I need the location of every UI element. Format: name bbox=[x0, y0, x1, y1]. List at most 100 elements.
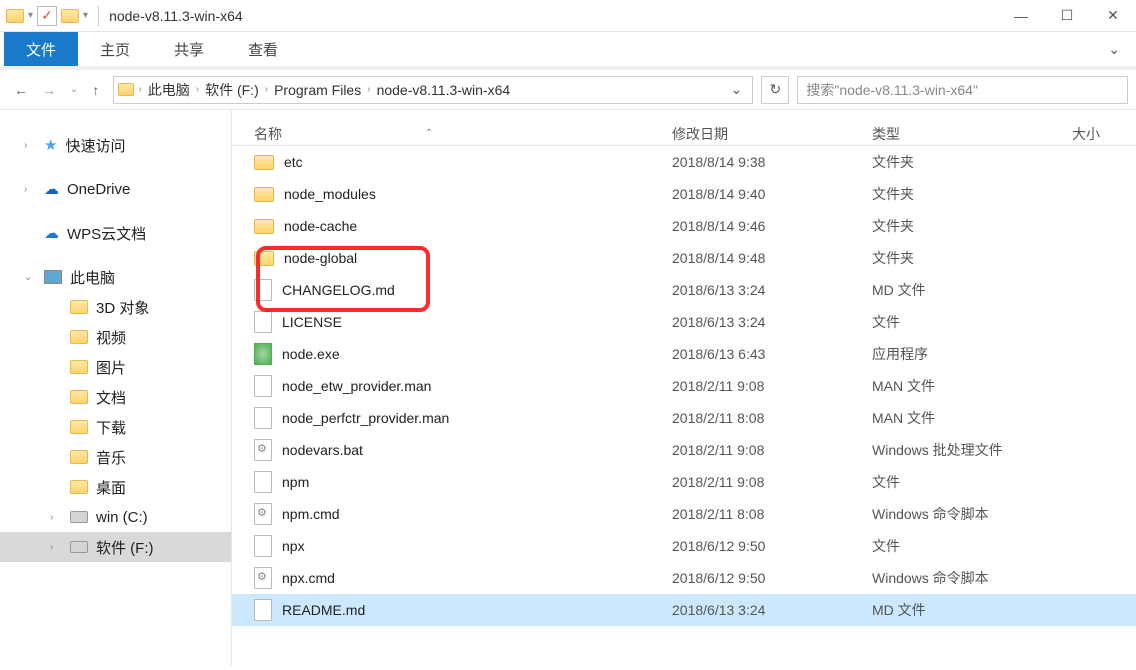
folder-icon bbox=[254, 251, 274, 266]
qat-dropdown-icon[interactable]: ▾ bbox=[28, 10, 33, 21]
file-date: 2018/2/11 9:08 bbox=[672, 378, 872, 394]
ribbon: 文件 主页 共享 查看 ⌄ bbox=[0, 32, 1136, 70]
qat-overflow-icon[interactable]: ▾ bbox=[83, 10, 88, 21]
file-row[interactable]: etc2018/8/14 9:38文件夹 bbox=[232, 146, 1136, 178]
breadcrumb-item[interactable]: node-v8.11.3-win-x64 bbox=[371, 82, 517, 98]
sidebar-onedrive[interactable]: ›☁OneDrive bbox=[0, 174, 231, 204]
qat-properties-button[interactable]: ✓ bbox=[37, 6, 57, 26]
sidebar-item[interactable]: 桌面 bbox=[0, 472, 231, 502]
sidebar-wps[interactable]: ☁ WPS云文档 bbox=[0, 218, 231, 248]
bat-icon bbox=[254, 439, 272, 461]
file-row[interactable]: node-global2018/8/14 9:48文件夹 bbox=[232, 242, 1136, 274]
sidebar-label: WPS云文档 bbox=[67, 223, 146, 244]
folder-icon bbox=[70, 480, 88, 494]
file-date: 2018/6/12 9:50 bbox=[672, 570, 872, 586]
file-row[interactable]: npm.cmd2018/2/11 8:08Windows 命令脚本 bbox=[232, 498, 1136, 530]
file-row[interactable]: npx2018/6/12 9:50文件 bbox=[232, 530, 1136, 562]
column-modified[interactable]: 修改日期 bbox=[672, 124, 872, 144]
ribbon-view-tab[interactable]: 查看 bbox=[226, 32, 300, 66]
file-date: 2018/6/13 3:24 bbox=[672, 602, 872, 618]
sidebar-item[interactable]: ›win (C:) bbox=[0, 502, 231, 532]
file-type: 文件夹 bbox=[872, 248, 1072, 268]
file-type: Windows 批处理文件 bbox=[872, 440, 1072, 460]
sidebar-item[interactable]: 音乐 bbox=[0, 442, 231, 472]
nav-up-button[interactable]: ↑ bbox=[92, 82, 99, 98]
file-type: 应用程序 bbox=[872, 344, 1072, 364]
file-icon bbox=[254, 279, 272, 301]
file-date: 2018/6/13 3:24 bbox=[672, 282, 872, 298]
sidebar-item-label: 视频 bbox=[96, 327, 126, 348]
folder-icon bbox=[70, 300, 88, 314]
ribbon-share-tab[interactable]: 共享 bbox=[152, 32, 226, 66]
file-row[interactable]: node-cache2018/8/14 9:46文件夹 bbox=[232, 210, 1136, 242]
address-dropdown-icon[interactable]: ⌄ bbox=[725, 81, 749, 98]
sidebar-item[interactable]: 文档 bbox=[0, 382, 231, 412]
maximize-button[interactable]: ☐ bbox=[1044, 0, 1090, 32]
sidebar-item-label: 图片 bbox=[96, 357, 126, 378]
file-name: CHANGELOG.md bbox=[282, 282, 395, 298]
file-type: MD 文件 bbox=[872, 600, 1072, 620]
ribbon-home-tab[interactable]: 主页 bbox=[78, 32, 152, 66]
address-row: ← → ⌄ ↑ › 此电脑 › 软件 (F:) › Program Files … bbox=[0, 70, 1136, 110]
breadcrumb-item[interactable]: 软件 (F:) bbox=[199, 80, 265, 100]
cmd-icon bbox=[254, 567, 272, 589]
breadcrumb-item[interactable]: Program Files bbox=[268, 82, 367, 98]
column-size[interactable]: 大小 bbox=[1072, 124, 1132, 144]
column-type[interactable]: 类型 bbox=[872, 124, 1072, 144]
file-icon bbox=[254, 375, 272, 397]
file-row[interactable]: npm2018/2/11 9:08文件 bbox=[232, 466, 1136, 498]
column-name[interactable]: 名称⌃ bbox=[232, 124, 672, 144]
file-type: MD 文件 bbox=[872, 280, 1072, 300]
file-name: npm bbox=[282, 474, 309, 490]
sidebar-this-pc[interactable]: ⌄此电脑 bbox=[0, 262, 231, 292]
nav-back-button[interactable]: ← bbox=[14, 82, 28, 98]
file-row[interactable]: LICENSE2018/6/13 3:24文件 bbox=[232, 306, 1136, 338]
search-placeholder: 搜索"node-v8.11.3-win-x64" bbox=[806, 80, 978, 100]
close-button[interactable]: ✕ bbox=[1090, 0, 1136, 32]
address-bar[interactable]: › 此电脑 › 软件 (F:) › Program Files › node-v… bbox=[113, 76, 753, 104]
address-folder-icon bbox=[118, 83, 134, 96]
refresh-button[interactable]: ↻ bbox=[761, 76, 789, 104]
folder-icon bbox=[70, 420, 88, 434]
folder-icon bbox=[70, 390, 88, 404]
star-icon: ★ bbox=[44, 136, 57, 154]
sidebar-quick-access[interactable]: ›★快速访问 bbox=[0, 130, 231, 160]
cloud-icon: ☁ bbox=[44, 224, 59, 242]
file-row[interactable]: README.md2018/6/13 3:24MD 文件 bbox=[232, 594, 1136, 626]
file-row[interactable]: CHANGELOG.md 2018/6/13 3:24MD 文件 bbox=[232, 274, 1136, 306]
file-row[interactable]: node_modules2018/8/14 9:40文件夹 bbox=[232, 178, 1136, 210]
sidebar-item-label: 下载 bbox=[96, 417, 126, 438]
qat-new-folder-button[interactable] bbox=[61, 9, 79, 23]
folder-icon bbox=[70, 360, 88, 374]
exe-icon bbox=[254, 343, 272, 365]
ribbon-expand-icon[interactable]: ⌄ bbox=[1092, 32, 1136, 66]
search-input[interactable]: 搜索"node-v8.11.3-win-x64" bbox=[797, 76, 1128, 104]
navigation-pane: ›★快速访问 ›☁OneDrive ☁ WPS云文档 ⌄此电脑 3D 对象视频图片… bbox=[0, 110, 232, 666]
file-type: 文件夹 bbox=[872, 152, 1072, 172]
file-row[interactable]: node_etw_provider.man2018/2/11 9:08MAN 文… bbox=[232, 370, 1136, 402]
file-date: 2018/6/13 3:24 bbox=[672, 314, 872, 330]
sidebar-item[interactable]: 3D 对象 bbox=[0, 292, 231, 322]
sidebar-item[interactable]: 下载 bbox=[0, 412, 231, 442]
file-row[interactable]: node.exe2018/6/13 6:43应用程序 bbox=[232, 338, 1136, 370]
sidebar-item[interactable]: 图片 bbox=[0, 352, 231, 382]
file-date: 2018/8/14 9:46 bbox=[672, 218, 872, 234]
folder-icon bbox=[254, 155, 274, 170]
file-row[interactable]: node_perfctr_provider.man2018/2/11 8:08M… bbox=[232, 402, 1136, 434]
folder-icon bbox=[70, 450, 88, 464]
file-type: 文件 bbox=[872, 536, 1072, 556]
file-row[interactable]: nodevars.bat2018/2/11 9:08Windows 批处理文件 bbox=[232, 434, 1136, 466]
nav-forward-button[interactable]: → bbox=[42, 82, 56, 98]
file-type: MAN 文件 bbox=[872, 408, 1072, 428]
breadcrumb-item[interactable]: 此电脑 bbox=[142, 80, 196, 100]
ribbon-file-tab[interactable]: 文件 bbox=[4, 32, 78, 66]
sidebar-item[interactable]: 视频 bbox=[0, 322, 231, 352]
app-folder-icon bbox=[6, 9, 24, 23]
file-type: 文件 bbox=[872, 312, 1072, 332]
nav-history-dropdown[interactable]: ⌄ bbox=[70, 84, 78, 95]
cmd-icon bbox=[254, 503, 272, 525]
file-row[interactable]: npx.cmd2018/6/12 9:50Windows 命令脚本 bbox=[232, 562, 1136, 594]
minimize-button[interactable]: — bbox=[998, 0, 1044, 32]
file-name: etc bbox=[284, 154, 303, 170]
sidebar-item[interactable]: ›软件 (F:) bbox=[0, 532, 231, 562]
